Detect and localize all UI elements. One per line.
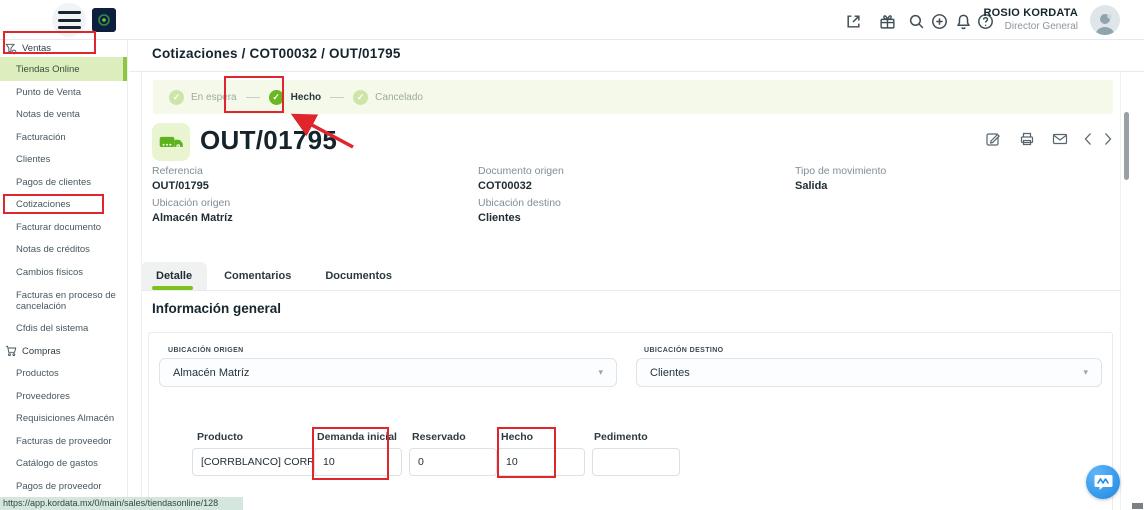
demanda-inicial-input[interactable] — [314, 448, 402, 476]
sidebar-item-facturas-proceso-cancelacion[interactable]: Facturas en proceso de cancelación — [0, 284, 127, 318]
sidebar-item-cotizaciones[interactable]: Cotizaciones — [0, 194, 127, 217]
column-header-hecho: Hecho — [501, 431, 533, 443]
sidebar-item-cambios-fisicos[interactable]: Cambios físicos — [0, 261, 127, 284]
reservado-input[interactable] — [409, 448, 497, 476]
add-icon[interactable] — [931, 13, 948, 30]
top-bar: ROSIO KORDATA Director General — [0, 0, 1144, 40]
field-tipo-de-movimiento: Tipo de movimiento Salida — [795, 165, 886, 192]
notifications-icon[interactable] — [955, 13, 972, 30]
section-title: Información general — [152, 301, 281, 316]
search-icon[interactable] — [908, 13, 925, 30]
column-header-reservado: Reservado — [412, 431, 466, 443]
field-documento-origen: Documento origen COT00032 — [478, 165, 564, 192]
step-en-espera[interactable]: ✓ En espera — [169, 90, 237, 105]
user-info[interactable]: ROSIO KORDATA Director General — [984, 7, 1078, 32]
status-stepper: ✓ En espera ✓ Hecho ✓ Cancelado — [153, 80, 1113, 114]
page-title: OUT/01795 — [200, 125, 337, 156]
check-icon: ✓ — [169, 90, 184, 105]
chevron-down-icon: ▾ — [1083, 367, 1088, 378]
sidebar-item-tiendas-online[interactable]: Tiendas Online — [0, 57, 127, 81]
sidebar-section-ventas[interactable]: Ventas — [0, 40, 127, 57]
chat-widget-button[interactable] — [1086, 465, 1120, 499]
sidebar-section-label: Ventas — [22, 43, 51, 54]
sidebar-item-pagos-de-clientes[interactable]: Pagos de clientes — [0, 171, 127, 194]
delivery-truck-icon — [152, 123, 190, 161]
vertical-scrollbar[interactable] — [1124, 112, 1129, 180]
app-window: ROSIO KORDATA Director General Ventas Ti… — [0, 0, 1144, 510]
funnel-icon — [5, 43, 17, 55]
scrollbar-corner — [1132, 503, 1143, 509]
sidebar: Ventas Tiendas Online Punto de Venta Not… — [0, 40, 128, 497]
sidebar-section-label: Compras — [22, 346, 61, 357]
cart-icon — [5, 345, 17, 357]
chevron-right-icon[interactable] — [1103, 131, 1113, 147]
column-header-pedimento: Pedimento — [594, 431, 648, 443]
tab-detalle[interactable]: Detalle — [141, 262, 207, 290]
print-icon[interactable] — [1019, 131, 1035, 147]
sidebar-item-productos[interactable]: Productos — [0, 363, 127, 386]
sidebar-item-facturas-de-proveedor[interactable]: Facturas de proveedor — [0, 430, 127, 453]
chat-bubble-icon — [1094, 474, 1113, 491]
user-name: ROSIO KORDATA — [984, 7, 1078, 19]
mail-icon[interactable] — [1052, 131, 1068, 147]
select-label-ubicacion-destino: UBICACIÓN DESTINO — [644, 347, 724, 354]
edit-icon[interactable] — [985, 131, 1001, 147]
hecho-input[interactable] — [497, 448, 585, 476]
select-label-ubicacion-origen: UBICACIÓN ORIGEN — [168, 347, 244, 354]
ubicacion-origen-select[interactable]: Almacén Matríz ▾ — [159, 358, 617, 387]
external-link-icon[interactable] — [845, 13, 862, 30]
sidebar-item-clientes[interactable]: Clientes — [0, 149, 127, 172]
breadcrumb[interactable]: Cotizaciones / COT00032 / OUT/01795 — [152, 46, 401, 61]
chevron-left-icon[interactable] — [1083, 131, 1093, 147]
sidebar-section-compras[interactable]: Compras — [0, 340, 127, 363]
kordata-logo[interactable] — [92, 8, 116, 32]
step-connector — [330, 97, 344, 98]
gift-icon[interactable] — [879, 13, 896, 30]
pedimento-input[interactable] — [592, 448, 680, 476]
ubicacion-destino-select[interactable]: Clientes ▾ — [636, 358, 1102, 387]
tab-bar: Detalle Comentarios Documentos — [141, 262, 409, 290]
check-icon: ✓ — [269, 90, 284, 105]
tab-documentos[interactable]: Documentos — [308, 262, 409, 290]
field-ubicacion-origen: Ubicación origen Almacén Matríz — [152, 197, 233, 224]
step-cancelado[interactable]: ✓ Cancelado — [353, 90, 423, 105]
user-role: Director General — [984, 21, 1078, 32]
divider — [141, 290, 1121, 291]
field-referencia: Referencia OUT/01795 — [152, 165, 209, 192]
step-hecho[interactable]: ✓ Hecho — [269, 90, 322, 105]
avatar[interactable] — [1090, 5, 1120, 35]
sidebar-item-punto-de-venta[interactable]: Punto de Venta — [0, 81, 127, 104]
field-ubicacion-destino: Ubicación destino Clientes — [478, 197, 561, 224]
link-preview-statusbar: https://app.kordata.mx/0/main/sales/tien… — [0, 497, 243, 510]
column-header-demanda-inicial: Demanda inicial — [317, 431, 397, 443]
column-header-producto: Producto — [197, 431, 243, 443]
sidebar-item-notas-de-creditos[interactable]: Notas de créditos — [0, 239, 127, 262]
sidebar-item-pagos-de-proveedor[interactable]: Pagos de proveedor — [0, 475, 127, 498]
sidebar-item-cfdis-del-sistema[interactable]: Cfdis del sistema — [0, 318, 127, 341]
sidebar-item-proveedores[interactable]: Proveedores — [0, 385, 127, 408]
tab-comentarios[interactable]: Comentarios — [207, 262, 308, 290]
sidebar-item-facturacion[interactable]: Facturación — [0, 126, 127, 149]
check-icon: ✓ — [353, 90, 368, 105]
sidebar-item-notas-de-venta[interactable]: Notas de venta — [0, 104, 127, 127]
menu-icon[interactable] — [58, 11, 81, 29]
sidebar-item-facturar-documento[interactable]: Facturar documento — [0, 216, 127, 239]
sidebar-item-requisiciones-almacen[interactable]: Requisiciones Almacén — [0, 408, 127, 431]
sidebar-item-catalogo-de-gastos[interactable]: Catálogo de gastos — [0, 453, 127, 476]
step-connector — [246, 97, 260, 98]
chevron-down-icon: ▾ — [598, 367, 603, 378]
